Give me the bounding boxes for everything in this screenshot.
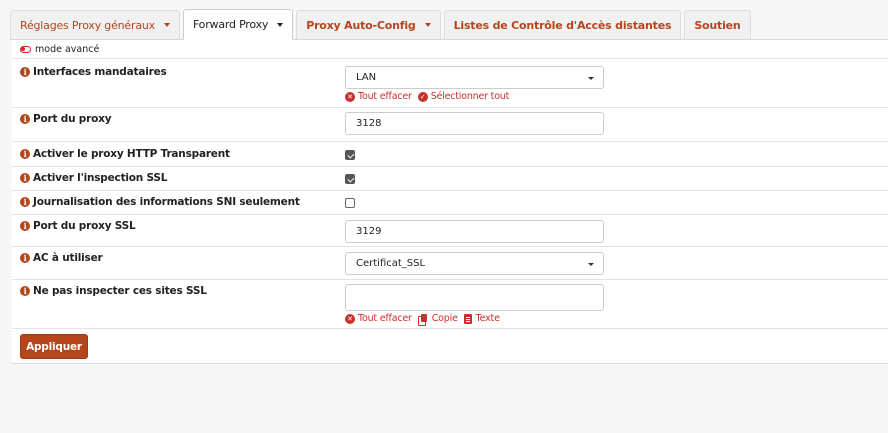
label-text: Port du proxy (33, 113, 112, 125)
no-inspect-input[interactable] (345, 284, 604, 311)
tab-label: Proxy Auto-Config (306, 18, 416, 32)
ssl-port-input[interactable]: 3129 (345, 220, 604, 243)
toggle-icon[interactable] (20, 45, 31, 53)
field-label: i Journalisation des informations SNI se… (20, 196, 300, 208)
info-icon[interactable]: i (20, 149, 30, 159)
caret-down-icon[interactable] (277, 22, 284, 27)
row-proxy-interfaces: i Interfaces mandataires LAN ✕ Tout effa… (12, 59, 888, 108)
tab-label: Réglages Proxy généraux (20, 18, 155, 32)
row-ssl-inspection: i Activer l'inspection SSL (12, 167, 888, 191)
select-value: LAN (356, 72, 377, 83)
label-text: Activer le proxy HTTP Transparent (33, 148, 230, 160)
row-ssl-port: i Port du proxy SSL 3129 (12, 215, 888, 247)
caret-down-icon (588, 77, 594, 80)
row-transparent-http: i Activer le proxy HTTP Transparent (12, 142, 888, 167)
no-inspect-actions: ✕ Tout effacer Copie Texte (345, 313, 506, 326)
field-label: i Activer l'inspection SSL (20, 172, 167, 184)
caret-down-icon (588, 263, 594, 266)
text-link[interactable]: Texte (463, 313, 500, 324)
check-circle-icon: ✓ (417, 91, 428, 102)
copy-icon (417, 313, 428, 326)
tab-proxy-auto-config[interactable]: Proxy Auto-Config (296, 10, 441, 39)
label-text: Ne pas inspecter ces sites SSL (33, 285, 207, 297)
interfaces-select[interactable]: LAN (345, 66, 604, 89)
times-circle-icon: ✕ (345, 91, 355, 102)
tab-bar: Réglages Proxy généraux Forward Proxy Pr… (10, 9, 888, 40)
times-circle-icon: ✕ (345, 313, 355, 324)
field-label: i Port du proxy SSL (20, 220, 136, 232)
info-icon[interactable]: i (20, 67, 30, 77)
clear-all-link[interactable]: ✕ Tout effacer (345, 313, 412, 324)
tab-label: Forward Proxy (192, 18, 269, 31)
transparent-http-checkbox[interactable] (345, 150, 355, 160)
row-sni-logging: i Journalisation des informations SNI se… (12, 191, 888, 215)
ssl-inspection-checkbox[interactable] (345, 174, 355, 184)
info-icon[interactable]: i (20, 197, 30, 207)
clear-all-link[interactable]: ✕ Tout effacer (345, 91, 412, 102)
label-text: Journalisation des informations SNI seul… (33, 196, 300, 208)
copy-link[interactable]: Copie (417, 313, 458, 326)
row-proxy-port: i Port du proxy 3128 (12, 108, 888, 142)
apply-button[interactable]: Appliquer (20, 334, 88, 359)
tab-support[interactable]: Soutien (684, 10, 751, 39)
proxy-port-input[interactable]: 3128 (345, 112, 604, 135)
label-text: Port du proxy SSL (33, 220, 136, 232)
caret-down-icon[interactable] (424, 23, 431, 27)
link-text: Copie (431, 313, 458, 324)
tab-remote-acl[interactable]: Listes de Contrôle d'Accès distantes (443, 10, 682, 39)
select-value: Certificat_SSL (356, 258, 426, 269)
label-text: Activer l'inspection SSL (33, 172, 168, 184)
tab-general-settings[interactable]: Réglages Proxy généraux (10, 10, 180, 39)
interfaces-actions: ✕ Tout effacer ✓ Sélectionner tout (345, 91, 515, 102)
sni-logging-checkbox[interactable] (345, 198, 355, 208)
label-text: AC à utiliser (33, 252, 103, 264)
settings-panel: mode avancé i Interfaces mandataires LAN… (12, 40, 888, 364)
link-text: Tout effacer (358, 91, 412, 102)
info-icon[interactable]: i (20, 173, 30, 183)
row-ca-select: i AC à utiliser Certificat_SSL (12, 247, 888, 280)
row-no-inspect-sites: i Ne pas inspecter ces sites SSL ✕ Tout … (12, 280, 888, 329)
tab-forward-proxy[interactable]: Forward Proxy (182, 9, 294, 40)
link-text: Texte (475, 313, 500, 324)
label-text: Interfaces mandataires (33, 66, 167, 78)
advanced-mode-label: mode avancé (35, 43, 100, 55)
ca-select[interactable]: Certificat_SSL (345, 252, 604, 275)
info-icon[interactable]: i (20, 221, 30, 231)
caret-down-icon[interactable] (163, 23, 170, 27)
tab-label: Listes de Contrôle d'Accès distantes (453, 18, 672, 32)
select-all-link[interactable]: ✓ Sélectionner tout (417, 91, 510, 102)
info-icon[interactable]: i (20, 253, 30, 263)
field-label: i AC à utiliser (20, 252, 103, 264)
advanced-mode-toggle[interactable]: mode avancé (12, 40, 888, 59)
info-icon[interactable]: i (20, 286, 30, 296)
field-label: i Interfaces mandataires (20, 66, 167, 78)
file-text-icon (463, 313, 472, 324)
link-text: Sélectionner tout (430, 91, 510, 102)
field-label: i Ne pas inspecter ces sites SSL (20, 285, 207, 297)
field-label: i Activer le proxy HTTP Transparent (20, 148, 230, 160)
tab-label: Soutien (694, 18, 741, 32)
info-icon[interactable]: i (20, 114, 30, 124)
field-label: i Port du proxy (20, 113, 112, 125)
link-text: Tout effacer (358, 313, 412, 324)
